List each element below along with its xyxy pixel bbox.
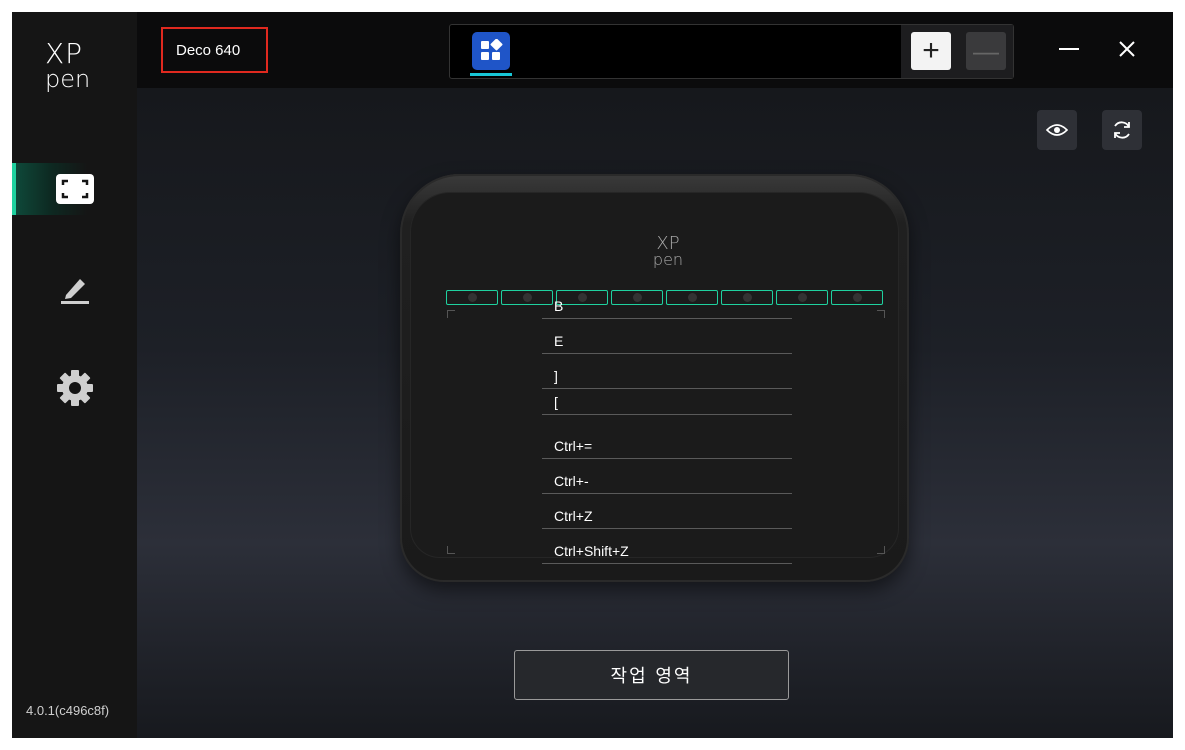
apps-grid-icon — [472, 32, 510, 70]
express-key-1[interactable] — [446, 290, 498, 305]
app-window: XP pen 4.0.1(c496c8f) Deco 640 + — XP pe… — [12, 12, 1173, 738]
app-tab-strip: + — — [449, 24, 1014, 79]
shortcut-key-3[interactable]: ] — [542, 363, 792, 389]
device-name-label: Deco 640 — [176, 41, 241, 59]
express-key-dot — [522, 293, 532, 302]
sidebar-item-work-area[interactable] — [12, 163, 137, 215]
express-key-dot — [852, 293, 862, 302]
fullscreen-icon — [55, 169, 95, 209]
sidebar: XP pen 4.0.1(c496c8f) — [12, 12, 137, 738]
shortcut-key-6[interactable]: Ctrl+- — [542, 468, 792, 494]
eye-icon — [1046, 124, 1068, 136]
minus-icon: — — [973, 35, 999, 66]
shortcut-key-1[interactable]: B — [542, 293, 792, 319]
device-name[interactable]: Deco 640 — [161, 27, 268, 73]
sidebar-item-settings[interactable] — [12, 362, 137, 414]
tab-button-area: + — — [901, 25, 1013, 78]
active-tab-indicator — [470, 73, 512, 76]
refresh-button[interactable] — [1102, 110, 1142, 150]
work-area-button-label: 작업 영역 — [610, 666, 693, 687]
xppen-logo: XP pen — [45, 37, 91, 93]
shortcut-key-5[interactable]: Ctrl+= — [542, 433, 792, 459]
sidebar-item-pen[interactable] — [12, 262, 137, 314]
refresh-icon — [1114, 121, 1130, 139]
minimize-icon — [1059, 48, 1079, 50]
shortcut-key-7[interactable]: Ctrl+Z — [542, 503, 792, 529]
work-area-button[interactable]: 작업 영역 — [514, 650, 789, 700]
close-icon — [1119, 41, 1135, 57]
shortcut-key-8[interactable]: Ctrl+Shift+Z — [542, 538, 792, 564]
app-tab-all[interactable] — [470, 32, 512, 78]
minimize-button[interactable] — [1054, 34, 1084, 64]
express-key-8[interactable] — [831, 290, 883, 305]
close-button[interactable] — [1112, 34, 1142, 64]
top-bar: Deco 640 + — — [137, 12, 1173, 88]
pen-icon — [55, 268, 95, 308]
shortcut-key-2[interactable]: E — [542, 328, 792, 354]
preview-button[interactable] — [1037, 110, 1077, 150]
plus-icon: + — [922, 34, 940, 67]
express-key-dot — [467, 293, 477, 302]
tablet-logo: XP pen — [652, 233, 684, 269]
main-panel: XP pen B E ] [ Ctrl+= Ctrl+- Ctrl+Z Ctrl… — [137, 88, 1173, 738]
gear-icon — [55, 368, 95, 408]
shortcut-key-4[interactable]: [ — [542, 389, 792, 415]
version-label: 4.0.1(c496c8f) — [26, 703, 110, 718]
express-key-dot — [797, 293, 807, 302]
remove-app-button[interactable]: — — [966, 32, 1006, 70]
add-app-button[interactable]: + — [911, 32, 951, 70]
